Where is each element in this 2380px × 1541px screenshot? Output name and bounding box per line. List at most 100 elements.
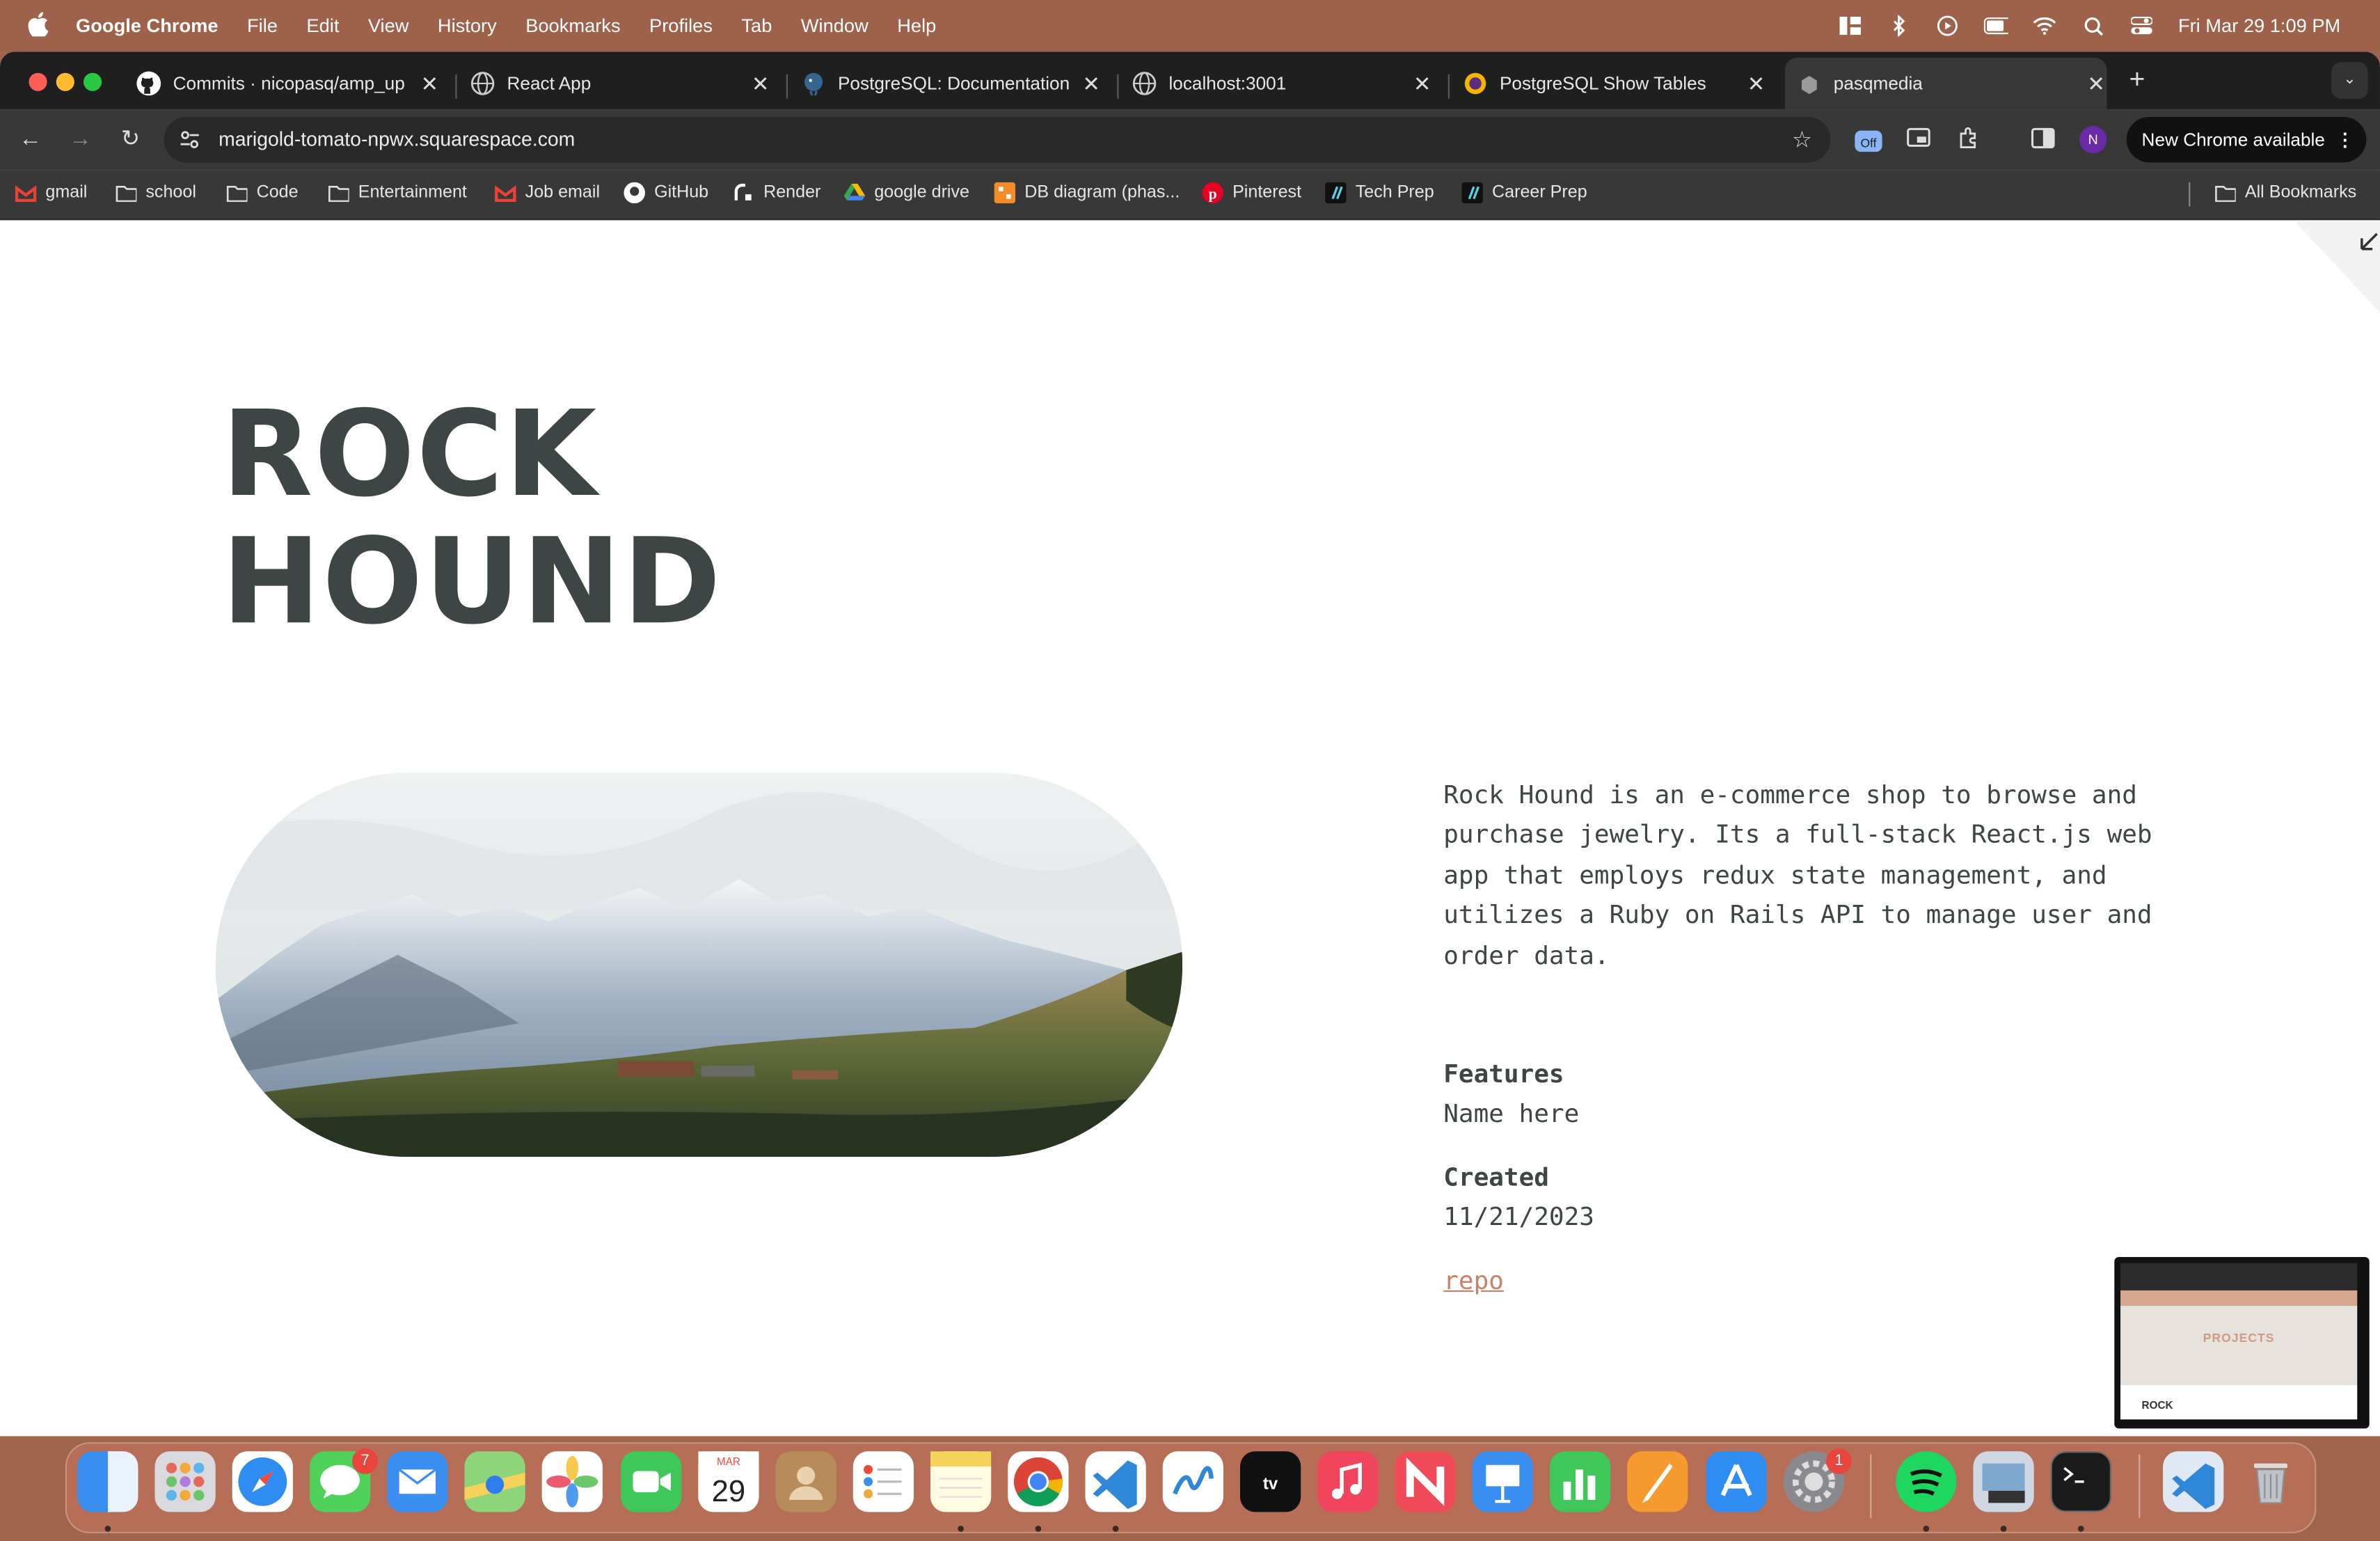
vscode-icon[interactable] (1085, 1451, 1146, 1512)
menu-file[interactable]: File (247, 15, 278, 37)
calendar-icon[interactable]: MAR 29 (698, 1451, 759, 1512)
bookmark-career-prep[interactable]: Career Prep (1461, 170, 1587, 215)
preview-icon[interactable] (1973, 1451, 2034, 1512)
pages-icon[interactable] (1627, 1451, 1688, 1512)
tab-pasqmedia[interactable]: pasqmedia ✕ (1784, 57, 2107, 110)
menu-bar-clock[interactable]: Fri Mar 29 1:09 PM (2178, 15, 2340, 37)
spotify-icon[interactable] (1896, 1451, 1957, 1512)
reminders-icon[interactable] (852, 1451, 914, 1512)
repo-link[interactable]: repo (1443, 1266, 1504, 1295)
bookmark-entertainment[interactable]: Entertainment (328, 170, 467, 215)
update-chrome-button[interactable]: New Chrome available ⋮ (2126, 116, 2367, 163)
bookmark-db-diagram[interactable]: DB diagram (phas... (994, 170, 1180, 215)
zoom-window-button[interactable] (83, 72, 102, 91)
pinterest-icon: p (1202, 182, 1223, 204)
bookmark-school[interactable]: school (116, 170, 196, 215)
all-bookmarks-button[interactable]: All Bookmarks (2214, 170, 2356, 215)
bookmark-star-icon[interactable]: ☆ (1792, 126, 1812, 153)
menu-view[interactable]: View (368, 15, 409, 37)
close-tab-icon[interactable]: ✕ (1081, 70, 1102, 96)
menu-app-name[interactable]: Google Chrome (76, 15, 219, 37)
keynote-icon[interactable] (1472, 1451, 1533, 1512)
control-center-icon[interactable] (2129, 15, 2154, 37)
now-playing-icon[interactable] (1935, 15, 1960, 37)
close-window-button[interactable] (29, 72, 47, 91)
tab-localhost[interactable]: localhost:3001 ✕ (1132, 58, 1433, 109)
wifi-icon[interactable] (2033, 15, 2057, 37)
apple-menu-icon[interactable] (27, 12, 49, 37)
freeform-icon[interactable] (1162, 1451, 1223, 1512)
photos-icon[interactable] (541, 1451, 603, 1512)
menu-tab[interactable]: Tab (741, 15, 772, 37)
chrome-icon[interactable] (1008, 1451, 1069, 1512)
project-title-line-1: ROCK (221, 387, 598, 524)
new-tab-button[interactable]: + (2122, 64, 2152, 95)
menu-help[interactable]: Help (897, 15, 936, 37)
menu-window[interactable]: Window (801, 15, 868, 37)
tab-search-button[interactable]: ⌄ (2331, 62, 2368, 99)
menu-edit[interactable]: Edit (306, 15, 339, 37)
back-arrow-icon[interactable]: ← (15, 125, 46, 155)
terminal-icon[interactable] (2050, 1451, 2111, 1512)
notes-icon[interactable] (930, 1451, 992, 1512)
bookmark-github[interactable]: GitHub (624, 170, 708, 215)
downloads-folder-icon[interactable] (2163, 1451, 2224, 1512)
project-hero-image (215, 773, 1183, 1157)
features-value: Name here (1443, 1099, 1580, 1128)
bookmark-gmail[interactable]: gmail (15, 170, 88, 215)
tab-postgresql-show-tables[interactable]: PostgreSQL Show Tables ✕ (1463, 58, 1767, 109)
address-bar[interactable]: marigold-tomato-npwx.squarespace.com ☆ (164, 116, 1831, 163)
music-icon[interactable] (1317, 1451, 1379, 1512)
side-panel-icon[interactable] (2031, 126, 2058, 153)
browser-window: Commits · nicopasq/amp_up ✕ React App ✕ … (0, 52, 2380, 1437)
bookmark-pinterest[interactable]: p Pinterest (1202, 170, 1301, 215)
bookmark-code[interactable]: Code (226, 170, 299, 215)
more-menu-icon[interactable]: ⋮ (2336, 117, 2354, 162)
close-tab-icon[interactable]: ✕ (1745, 70, 1767, 96)
safari-icon[interactable] (232, 1451, 293, 1512)
profile-avatar[interactable]: N (2079, 126, 2107, 154)
tab-react-app[interactable]: React App ✕ (470, 58, 771, 109)
tab-title: PostgreSQL: Documentation (837, 72, 1070, 95)
numbers-icon[interactable] (1549, 1451, 1611, 1512)
bookmark-label: google drive (874, 183, 969, 203)
reload-icon[interactable]: ↻ (116, 125, 146, 155)
tab-postgresql-docs[interactable]: PostgreSQL: Documentation ✕ (802, 58, 1102, 109)
launchpad-icon[interactable] (154, 1451, 216, 1512)
battery-icon[interactable] (1983, 15, 2008, 37)
close-tab-icon[interactable]: ✕ (1411, 70, 1433, 96)
close-tab-icon[interactable]: ✕ (2086, 70, 2107, 96)
bookmark-tech-prep[interactable]: Tech Prep (1325, 170, 1434, 215)
bookmark-google-drive[interactable]: google drive (843, 170, 969, 215)
apple-tv-icon[interactable]: tv (1239, 1451, 1301, 1512)
cast-icon[interactable] (1906, 126, 1933, 153)
site-info-icon[interactable] (179, 129, 200, 150)
forward-arrow-icon[interactable]: → (65, 125, 96, 155)
mail-icon[interactable] (387, 1451, 448, 1512)
screenshot-thumbnail[interactable]: PROJECTS ROCK (2114, 1256, 2370, 1429)
tab-github-commits[interactable]: Commits · nicopasq/amp_up ✕ (136, 58, 440, 109)
bluetooth-icon[interactable] (1887, 15, 1911, 37)
app-store-icon[interactable] (1706, 1451, 1767, 1512)
minimize-window-button[interactable] (56, 72, 74, 91)
menu-bookmarks[interactable]: Bookmarks (525, 15, 620, 37)
extensions-puzzle-icon[interactable] (1956, 126, 1983, 153)
url-text[interactable]: marigold-tomato-npwx.squarespace.com (219, 117, 575, 162)
contacts-icon[interactable] (775, 1451, 836, 1512)
page-corner-fold[interactable] (2294, 221, 2380, 313)
close-tab-icon[interactable]: ✕ (419, 70, 441, 96)
stage-manager-icon[interactable] (1838, 15, 1862, 37)
finder-icon[interactable] (77, 1451, 138, 1512)
facetime-icon[interactable] (621, 1451, 682, 1512)
news-icon[interactable] (1395, 1451, 1456, 1512)
github-icon (136, 71, 161, 96)
maps-icon[interactable] (464, 1451, 525, 1512)
bookmark-job-email[interactable]: Job email (495, 170, 600, 215)
menu-profiles[interactable]: Profiles (649, 15, 713, 37)
spotlight-search-icon[interactable] (2081, 15, 2105, 37)
close-tab-icon[interactable]: ✕ (749, 70, 771, 96)
trash-icon[interactable] (2240, 1451, 2301, 1512)
bookmark-render[interactable]: Render (733, 170, 820, 215)
extension-toggle-icon[interactable]: Off (1853, 126, 1882, 153)
menu-history[interactable]: History (438, 15, 497, 37)
